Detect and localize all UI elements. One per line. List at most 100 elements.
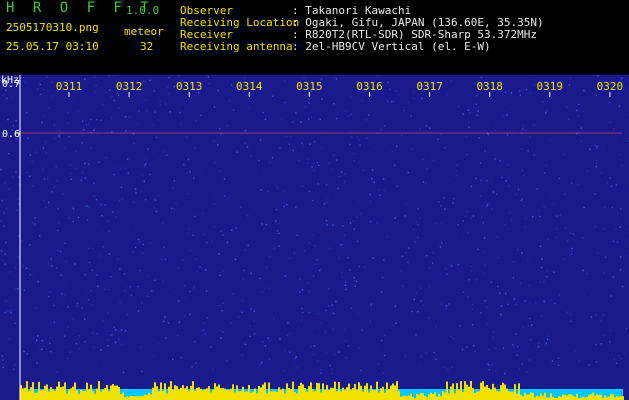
noise-speck xyxy=(285,101,287,103)
noise-speck xyxy=(530,339,532,341)
noise-speck xyxy=(327,288,330,290)
noise-speck xyxy=(596,145,599,147)
level-bar xyxy=(442,391,444,400)
noise-speck xyxy=(350,113,353,115)
noise-speck xyxy=(408,101,410,104)
noise-speck xyxy=(315,263,317,265)
level-bar xyxy=(598,395,600,400)
level-bar xyxy=(268,382,270,400)
level-bar xyxy=(326,385,328,400)
noise-speck xyxy=(300,99,303,102)
level-bar xyxy=(34,392,36,400)
noise-speck xyxy=(337,187,339,190)
noise-speck xyxy=(143,112,145,114)
noise-speck xyxy=(286,253,289,256)
noise-speck xyxy=(386,236,388,238)
level-bar xyxy=(92,391,94,400)
noise-speck xyxy=(240,206,242,208)
noise-speck xyxy=(546,275,548,278)
noise-speck xyxy=(510,92,512,94)
noise-speck xyxy=(143,164,146,167)
level-bar xyxy=(174,385,176,400)
level-bar xyxy=(346,387,348,400)
noise-speck xyxy=(407,284,409,286)
noise-speck xyxy=(206,171,209,174)
noise-speck xyxy=(474,350,476,352)
noise-speck xyxy=(519,259,522,262)
noise-speck xyxy=(5,300,7,302)
noise-speck xyxy=(336,112,339,114)
level-bar xyxy=(296,393,298,400)
noise-speck xyxy=(17,198,19,200)
level-bar xyxy=(30,387,32,400)
level-bar xyxy=(350,389,352,400)
noise-speck xyxy=(348,115,350,117)
noise-speck xyxy=(533,124,535,126)
noise-speck xyxy=(159,100,161,102)
level-bar xyxy=(284,393,286,400)
noise-speck xyxy=(90,290,92,292)
level-bar xyxy=(96,388,98,400)
level-bar xyxy=(402,395,404,400)
noise-speck xyxy=(83,128,85,131)
noise-speck xyxy=(204,269,207,271)
noise-speck xyxy=(570,188,572,190)
noise-speck xyxy=(425,182,427,184)
x-tick-label: 0320 xyxy=(597,80,624,93)
noise-speck xyxy=(565,227,567,229)
noise-speck xyxy=(256,205,259,208)
noise-speck xyxy=(543,206,545,208)
noise-speck xyxy=(183,284,186,287)
noise-speck xyxy=(290,136,292,138)
noise-speck xyxy=(23,85,26,87)
noise-speck xyxy=(391,150,393,153)
noise-speck xyxy=(537,189,539,191)
noise-speck xyxy=(361,100,364,102)
noise-speck xyxy=(276,187,278,189)
noise-speck xyxy=(21,240,23,242)
noise-speck xyxy=(323,344,325,346)
noise-speck xyxy=(80,292,82,294)
noise-speck xyxy=(172,358,174,361)
noise-speck xyxy=(591,152,593,154)
noise-speck xyxy=(403,109,405,112)
noise-speck xyxy=(91,269,93,272)
level-bar xyxy=(526,394,528,400)
noise-speck xyxy=(465,215,467,217)
level-bar xyxy=(198,387,200,400)
noise-speck xyxy=(331,168,334,171)
level-bar xyxy=(160,382,162,400)
noise-speck xyxy=(440,205,442,207)
noise-speck xyxy=(42,88,44,91)
noise-speck xyxy=(141,370,143,373)
noise-speck xyxy=(344,284,347,286)
noise-speck xyxy=(246,146,249,148)
noise-speck xyxy=(217,89,219,92)
noise-speck xyxy=(37,280,39,283)
noise-speck xyxy=(521,198,523,200)
level-bar xyxy=(54,390,56,400)
noise-speck xyxy=(326,201,328,203)
noise-speck xyxy=(410,115,412,117)
level-bar xyxy=(142,395,144,400)
noise-speck xyxy=(597,75,599,77)
noise-speck xyxy=(486,306,488,308)
noise-speck xyxy=(303,77,305,80)
noise-speck xyxy=(104,288,106,290)
x-tick-label: 0315 xyxy=(296,80,323,93)
noise-speck xyxy=(353,160,355,162)
noise-speck xyxy=(334,258,337,260)
noise-speck xyxy=(29,244,31,246)
noise-speck xyxy=(477,110,479,112)
noise-speck xyxy=(495,370,497,372)
level-bar xyxy=(434,392,436,400)
noise-speck xyxy=(261,223,263,225)
level-bar xyxy=(364,385,366,400)
noise-speck xyxy=(81,307,83,309)
noise-speck xyxy=(121,198,123,200)
noise-speck xyxy=(67,112,69,114)
noise-speck xyxy=(567,118,570,121)
noise-speck xyxy=(504,91,507,94)
level-bar xyxy=(316,382,318,400)
level-bar xyxy=(100,391,102,400)
